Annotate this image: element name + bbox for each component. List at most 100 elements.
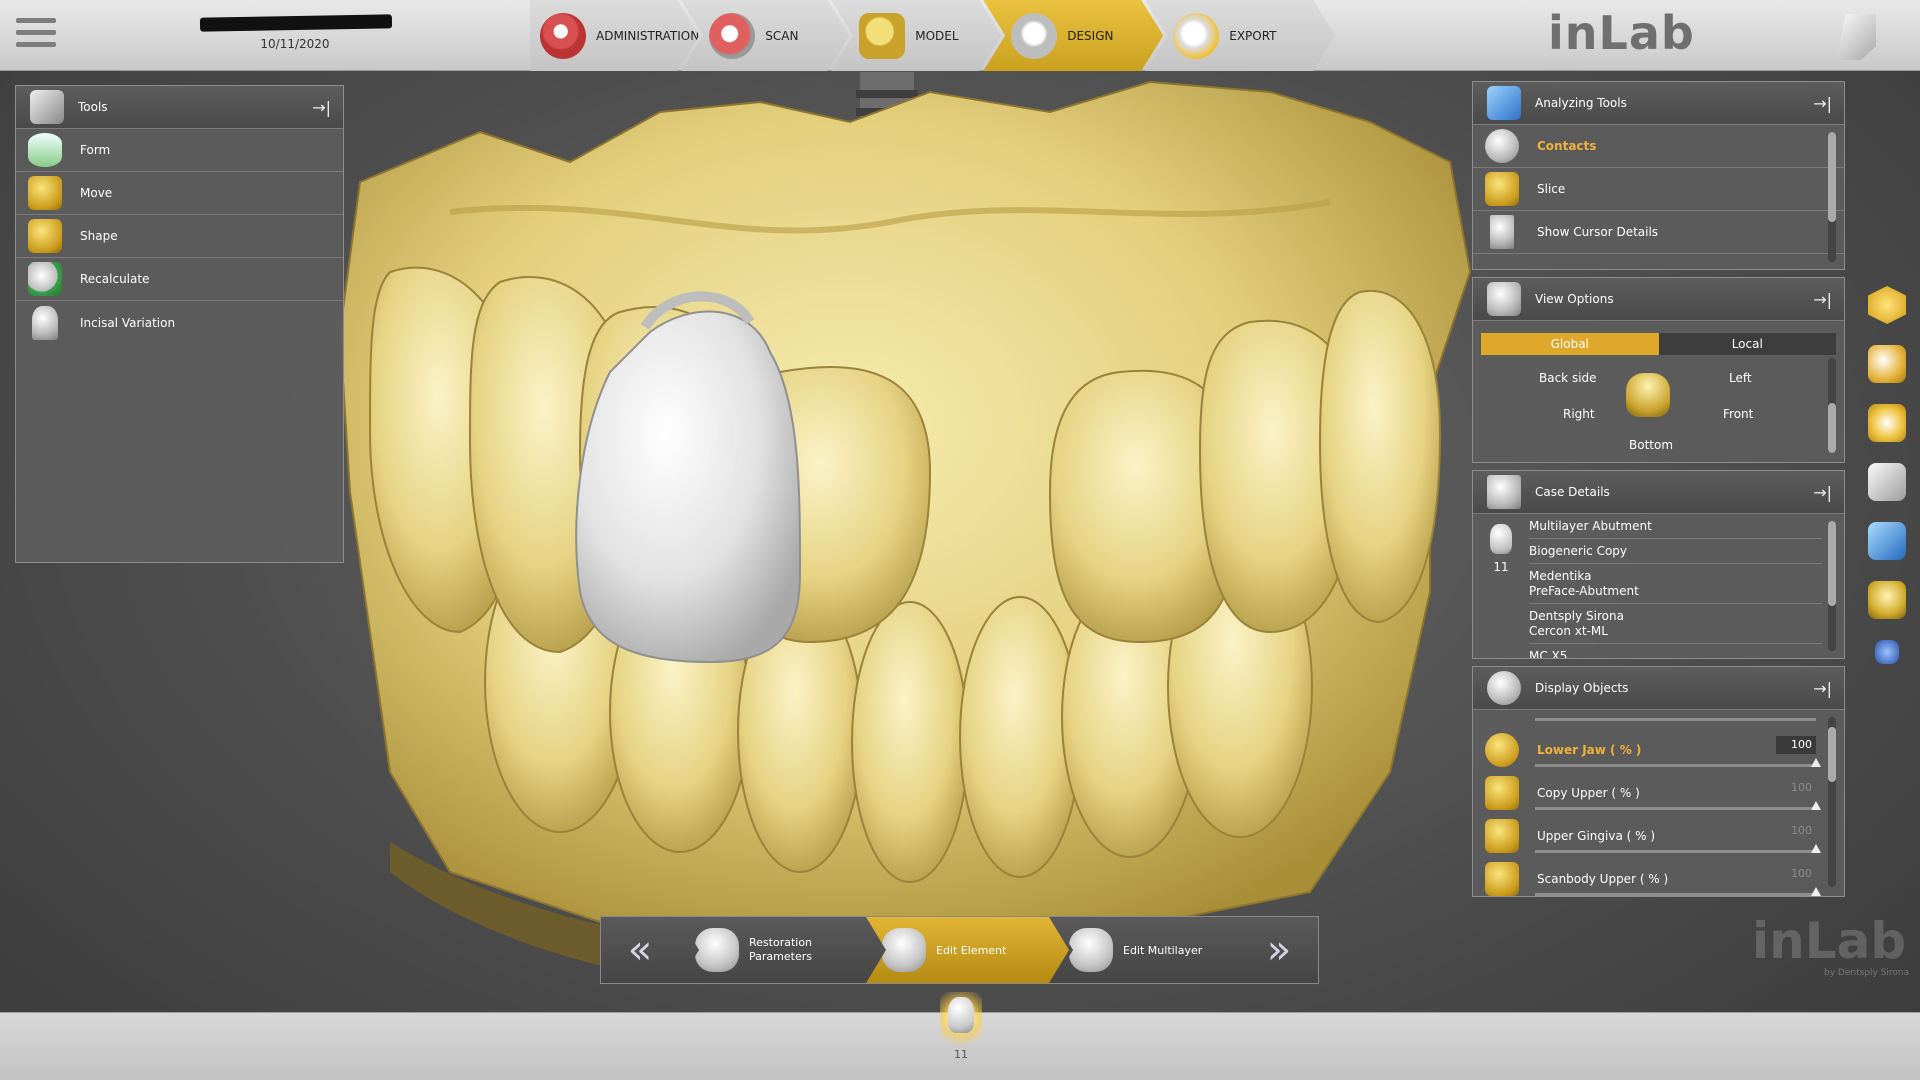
case-details-header: Case Details →|	[1473, 471, 1844, 514]
view-mode-local[interactable]: Local	[1658, 333, 1836, 355]
tools-panel: Tools →| Form Move Shape Recalculate Inc…	[15, 85, 344, 563]
view-bottom-button[interactable]: Bottom	[1629, 438, 1673, 452]
tooth-11-selector[interactable]	[940, 992, 982, 1054]
pin-panel-icon[interactable]: →|	[1813, 94, 1832, 113]
analyzing-scrollbar[interactable]	[1828, 132, 1836, 262]
display-object-label: Upper Gingiva ( % )	[1537, 828, 1656, 843]
opacity-slider[interactable]	[1535, 758, 1821, 767]
hamburger-menu-icon[interactable]	[16, 18, 56, 52]
pin-panel-icon[interactable]: →|	[1813, 290, 1832, 309]
cursor-details-icon	[1490, 215, 1514, 249]
analyzing-item-label: Show Cursor Details	[1537, 225, 1659, 239]
scanbody-upper-icon	[1485, 861, 1519, 896]
tool-label: Recalculate	[80, 272, 150, 286]
view-options-scrollbar[interactable]	[1828, 358, 1836, 453]
analyzing-item-label: Slice	[1537, 182, 1566, 196]
case-date: 10/11/2020	[260, 37, 330, 51]
display-objects-panel: Display Objects →| Lower Jaw ( % ) 100 C…	[1472, 666, 1845, 897]
view-front-button[interactable]: Front	[1723, 407, 1753, 421]
info-icon[interactable]	[1875, 640, 1899, 664]
export-icon	[1173, 13, 1219, 59]
view-left-button[interactable]: Left	[1729, 371, 1752, 385]
opacity-slider[interactable]	[1535, 887, 1821, 896]
case-material: Dentsply Sirona Cercon xt-ML	[1529, 604, 1822, 644]
watermark-subtitle: by Dentsply Sirona	[1824, 968, 1910, 978]
analyzing-show-cursor-details[interactable]: Show Cursor Details	[1473, 211, 1844, 254]
previous-phase-button[interactable]: «	[601, 917, 679, 983]
workflow-step-administration[interactable]: ADMINISTRATION	[530, 0, 699, 71]
analyzing-shortcut-icon[interactable]	[1868, 404, 1906, 442]
watermark-logo: inLab	[1752, 912, 1907, 970]
contacts-icon	[1485, 129, 1519, 163]
redacted-patient-name	[199, 14, 393, 32]
workflow-step-design[interactable]: DESIGN	[983, 0, 1163, 71]
view-mode-global[interactable]: Global	[1481, 333, 1659, 355]
case-book-icon	[1487, 475, 1521, 509]
case-details-list: Multilayer Abutment Biogeneric Copy Mede…	[1529, 514, 1844, 658]
display-object-lower-jaw[interactable]: Lower Jaw ( % ) 100	[1473, 728, 1844, 771]
jaw-orientation-icon[interactable]	[1626, 373, 1670, 417]
case-tooth-number: 11	[1493, 560, 1509, 574]
opacity-value-input[interactable]: 100	[1776, 736, 1816, 754]
phase-edit-element[interactable]: Edit Element	[866, 917, 1069, 983]
tools-shortcut-icon[interactable]	[1868, 345, 1906, 383]
workflow-step-export[interactable]: EXPORT	[1145, 0, 1335, 71]
analyzing-contacts[interactable]: Contacts	[1473, 125, 1844, 168]
opacity-value-input[interactable]: 100	[1776, 865, 1816, 883]
model-icon	[859, 13, 905, 59]
opacity-slider[interactable]	[1535, 718, 1816, 721]
tool-form[interactable]: Form	[16, 129, 343, 172]
tool-move[interactable]: Move	[16, 172, 343, 215]
display-object-upper-gingiva[interactable]: Upper Gingiva ( % ) 100	[1473, 814, 1844, 857]
case-tooth[interactable]: 11	[1473, 514, 1529, 654]
design-phase-nav: « Restoration Parameters Edit Element Ed…	[600, 916, 1319, 984]
workflow-step-model[interactable]: MODEL	[831, 0, 1001, 71]
case-machine: MC X5	[1529, 649, 1568, 659]
view-back-side-button[interactable]: Back side	[1539, 371, 1597, 385]
tools-panel-header: Tools →|	[16, 86, 343, 129]
restoration-hex-icon[interactable]	[1868, 286, 1906, 324]
tool-label: Shape	[80, 229, 118, 243]
opacity-value-input[interactable]: 100	[1776, 822, 1816, 840]
tool-recalculate[interactable]: Recalculate	[16, 258, 343, 301]
tool-incisal-variation[interactable]: Incisal Variation	[16, 301, 343, 344]
opacity-slider[interactable]	[1535, 844, 1821, 853]
recalculate-icon	[28, 262, 62, 296]
display-object-label: Lower Jaw ( % )	[1537, 742, 1642, 757]
workflow-step-label: SCAN	[765, 28, 799, 43]
case-details-scrollbar[interactable]	[1828, 521, 1836, 651]
pin-panel-icon[interactable]: →|	[312, 98, 331, 117]
restoration-parameters-icon	[695, 928, 739, 972]
screenshot-icon[interactable]	[1868, 522, 1906, 560]
top-bar: 10/11/2020 ADMINISTRATION SCAN MODEL DES…	[0, 0, 1920, 71]
phase-edit-multilayer[interactable]: Edit Multilayer	[1053, 917, 1256, 983]
edit-multilayer-icon	[1069, 928, 1113, 972]
view-right-button[interactable]: Right	[1563, 407, 1595, 421]
display-object-copy-upper[interactable]: Copy Upper ( % ) 100	[1473, 771, 1844, 814]
analyzing-slice[interactable]: Slice	[1473, 168, 1844, 211]
3d-viewport[interactable]	[330, 72, 1480, 1002]
phase-restoration-parameters[interactable]: Restoration Parameters	[679, 917, 882, 983]
display-object-label: Scanbody Upper ( % )	[1537, 871, 1669, 886]
opacity-value-input[interactable]: 100	[1776, 779, 1816, 797]
shape-icon	[28, 219, 62, 253]
case-restoration-type: Multilayer Abutment	[1529, 514, 1822, 539]
jaw-view-icon[interactable]	[1868, 581, 1906, 619]
move-icon	[28, 176, 62, 210]
view-cube-icon	[1487, 282, 1521, 316]
display-object-scanbody-upper[interactable]: Scanbody Upper ( % ) 100	[1473, 857, 1844, 896]
display-objects-scrollbar[interactable]	[1828, 717, 1836, 887]
workflow-step-scan[interactable]: SCAN	[681, 0, 849, 71]
case-abutment: Medentika PreFace-Abutment	[1529, 564, 1822, 604]
opacity-slider[interactable]	[1535, 801, 1821, 810]
incisal-variation-icon	[32, 305, 58, 340]
tools-panel-title: Tools	[78, 100, 108, 114]
pin-panel-icon[interactable]: →|	[1813, 483, 1832, 502]
analyzing-tools-icon	[1487, 86, 1521, 120]
help-icon[interactable]	[1838, 14, 1876, 60]
case-details-shortcut-icon[interactable]	[1868, 463, 1906, 501]
pin-panel-icon[interactable]: →|	[1813, 679, 1832, 698]
tool-label: Move	[80, 186, 113, 200]
tool-shape[interactable]: Shape	[16, 215, 343, 258]
slice-icon	[1485, 172, 1519, 206]
